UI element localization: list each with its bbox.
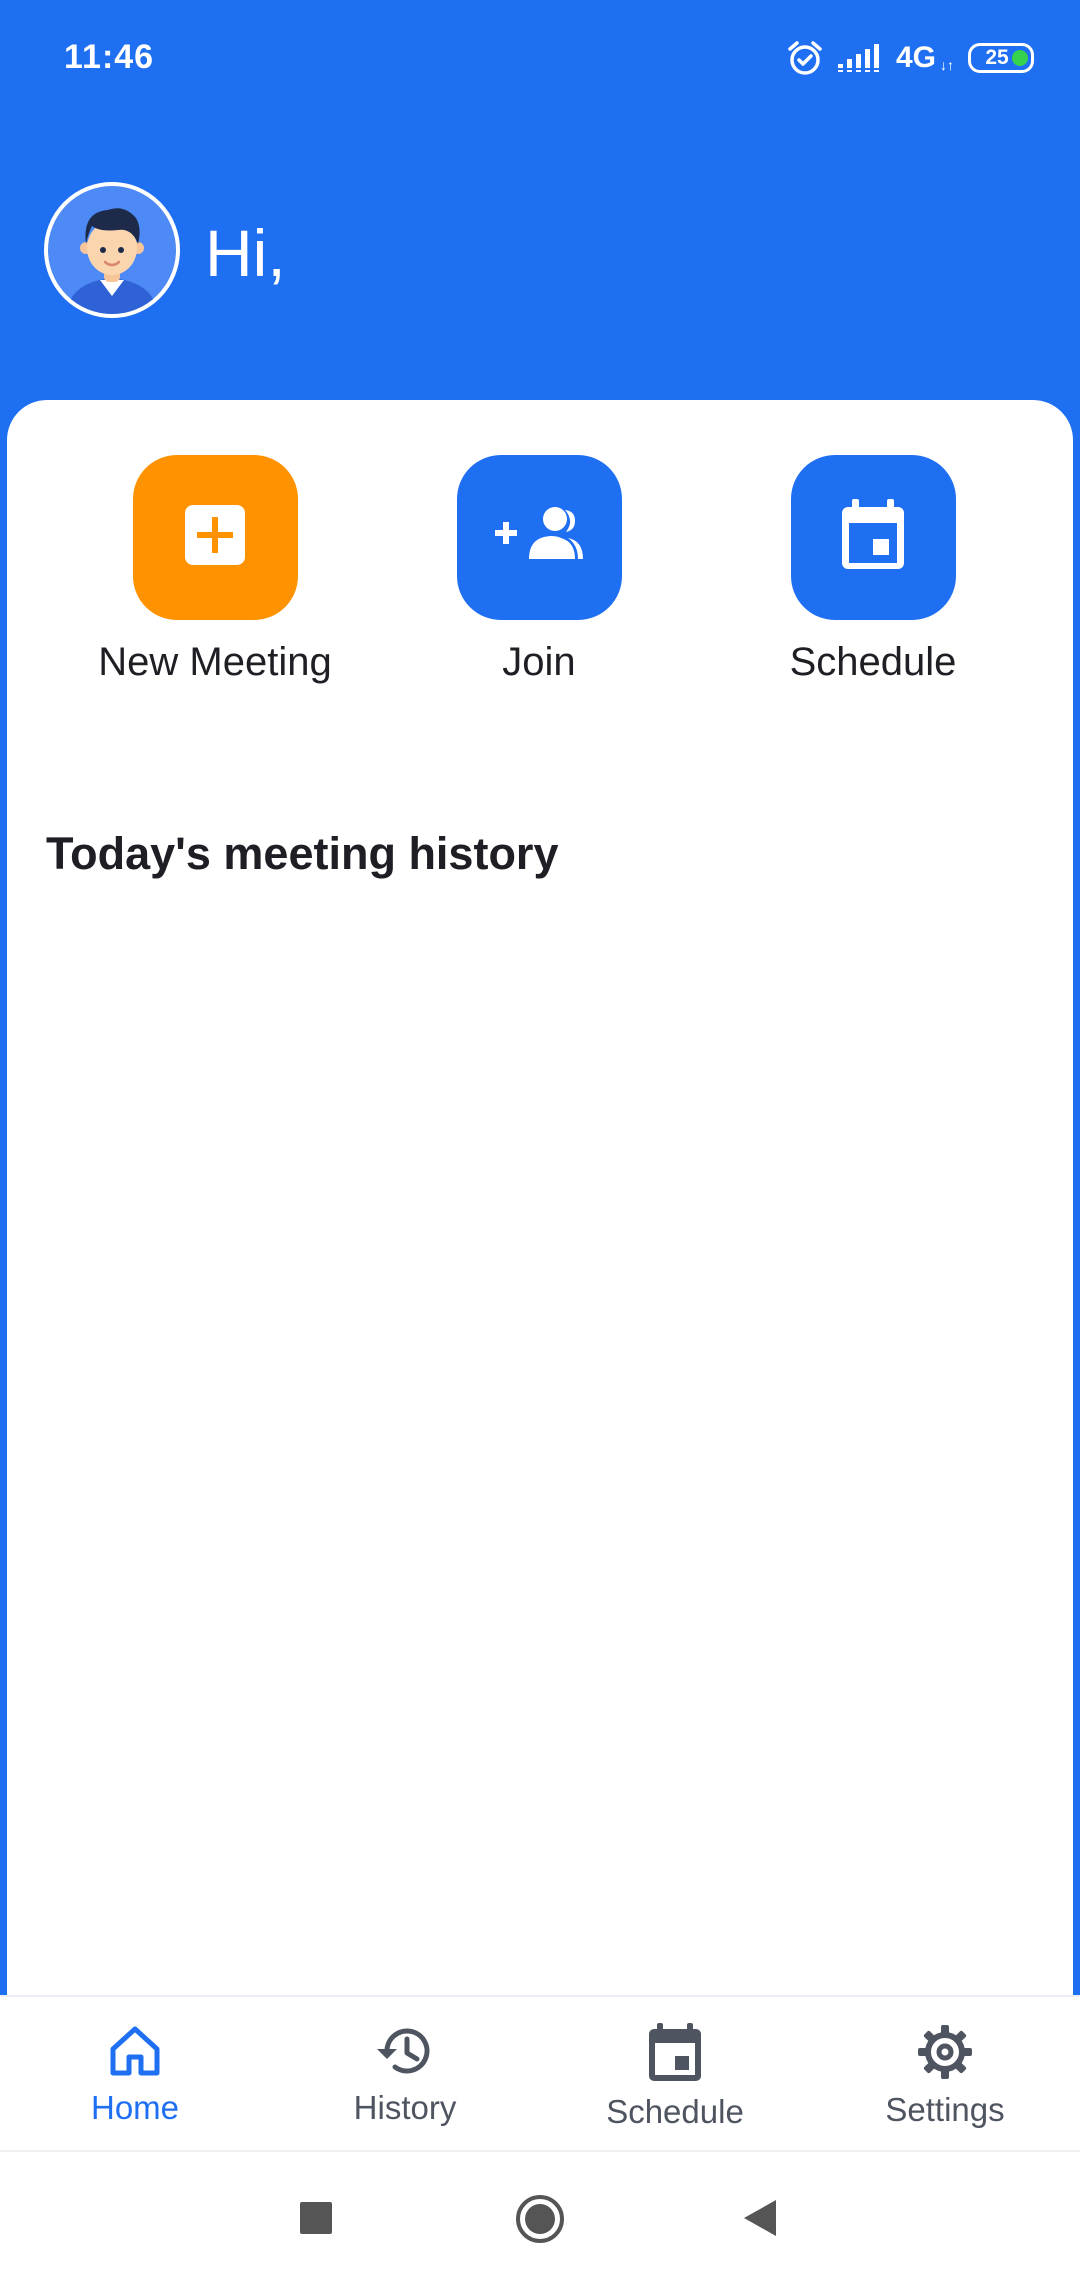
home-button[interactable] (515, 2194, 565, 2249)
nav-settings-label: Settings (885, 2091, 1005, 2128)
nav-schedule[interactable]: Schedule (540, 1997, 810, 2150)
new-meeting-label: New Meeting (98, 640, 332, 684)
nav-home[interactable]: Home (0, 1997, 270, 2150)
battery-level (1012, 50, 1028, 66)
nav-schedule-label: Schedule (606, 2093, 744, 2130)
gear-icon (916, 2023, 974, 2086)
nav-home-label: Home (90, 2089, 180, 2126)
new-meeting-tile[interactable] (132, 455, 298, 620)
nav-settings[interactable]: Settings (810, 1997, 1080, 2150)
status-bar: 11:46 4G ↓↑ 25 (0, 0, 1080, 120)
alarm-icon (786, 39, 824, 77)
bottom-navigation: Home History Schedule Settings (0, 1995, 1080, 2150)
main-card: New Meeting Join Schedule Today's meetin… (7, 400, 1073, 2000)
back-button[interactable] (742, 2198, 778, 2243)
network-type: 4G (895, 41, 936, 74)
schedule-label: Schedule (789, 640, 957, 684)
history-icon (375, 2023, 435, 2084)
network-activity: ↓↑ (940, 57, 954, 73)
signal-icon (837, 42, 882, 74)
join-label: Join (502, 640, 576, 684)
battery-percent: 25 (985, 46, 1009, 69)
circle-icon (515, 2195, 565, 2248)
schedule-tile[interactable] (790, 455, 956, 620)
battery-icon: 25 (968, 43, 1034, 73)
calendar-icon (840, 499, 906, 576)
join-tile[interactable] (456, 455, 622, 620)
nav-history-label: History (353, 2089, 457, 2126)
avatar-illustration (66, 208, 158, 314)
back-triangle-icon (742, 2200, 778, 2242)
system-navigation-bar (0, 2150, 1080, 2280)
status-icons: 4G ↓↑ 25 (786, 38, 1034, 78)
join-button[interactable]: Join (409, 455, 669, 695)
home-icon (107, 2023, 163, 2084)
status-time: 11:46 (64, 38, 155, 76)
nav-history[interactable]: History (270, 1997, 540, 2150)
section-title: Today's meeting history (46, 828, 559, 879)
calendar-icon (647, 2023, 703, 2088)
add-people-icon (495, 505, 583, 570)
recents-button[interactable] (298, 2200, 334, 2241)
schedule-button[interactable]: Schedule (743, 455, 1003, 695)
greeting-text: Hi, (205, 216, 286, 290)
square-icon (298, 2202, 334, 2240)
new-meeting-button[interactable]: New Meeting (85, 455, 345, 695)
plus-box-icon (183, 503, 247, 572)
user-avatar[interactable] (44, 182, 180, 318)
